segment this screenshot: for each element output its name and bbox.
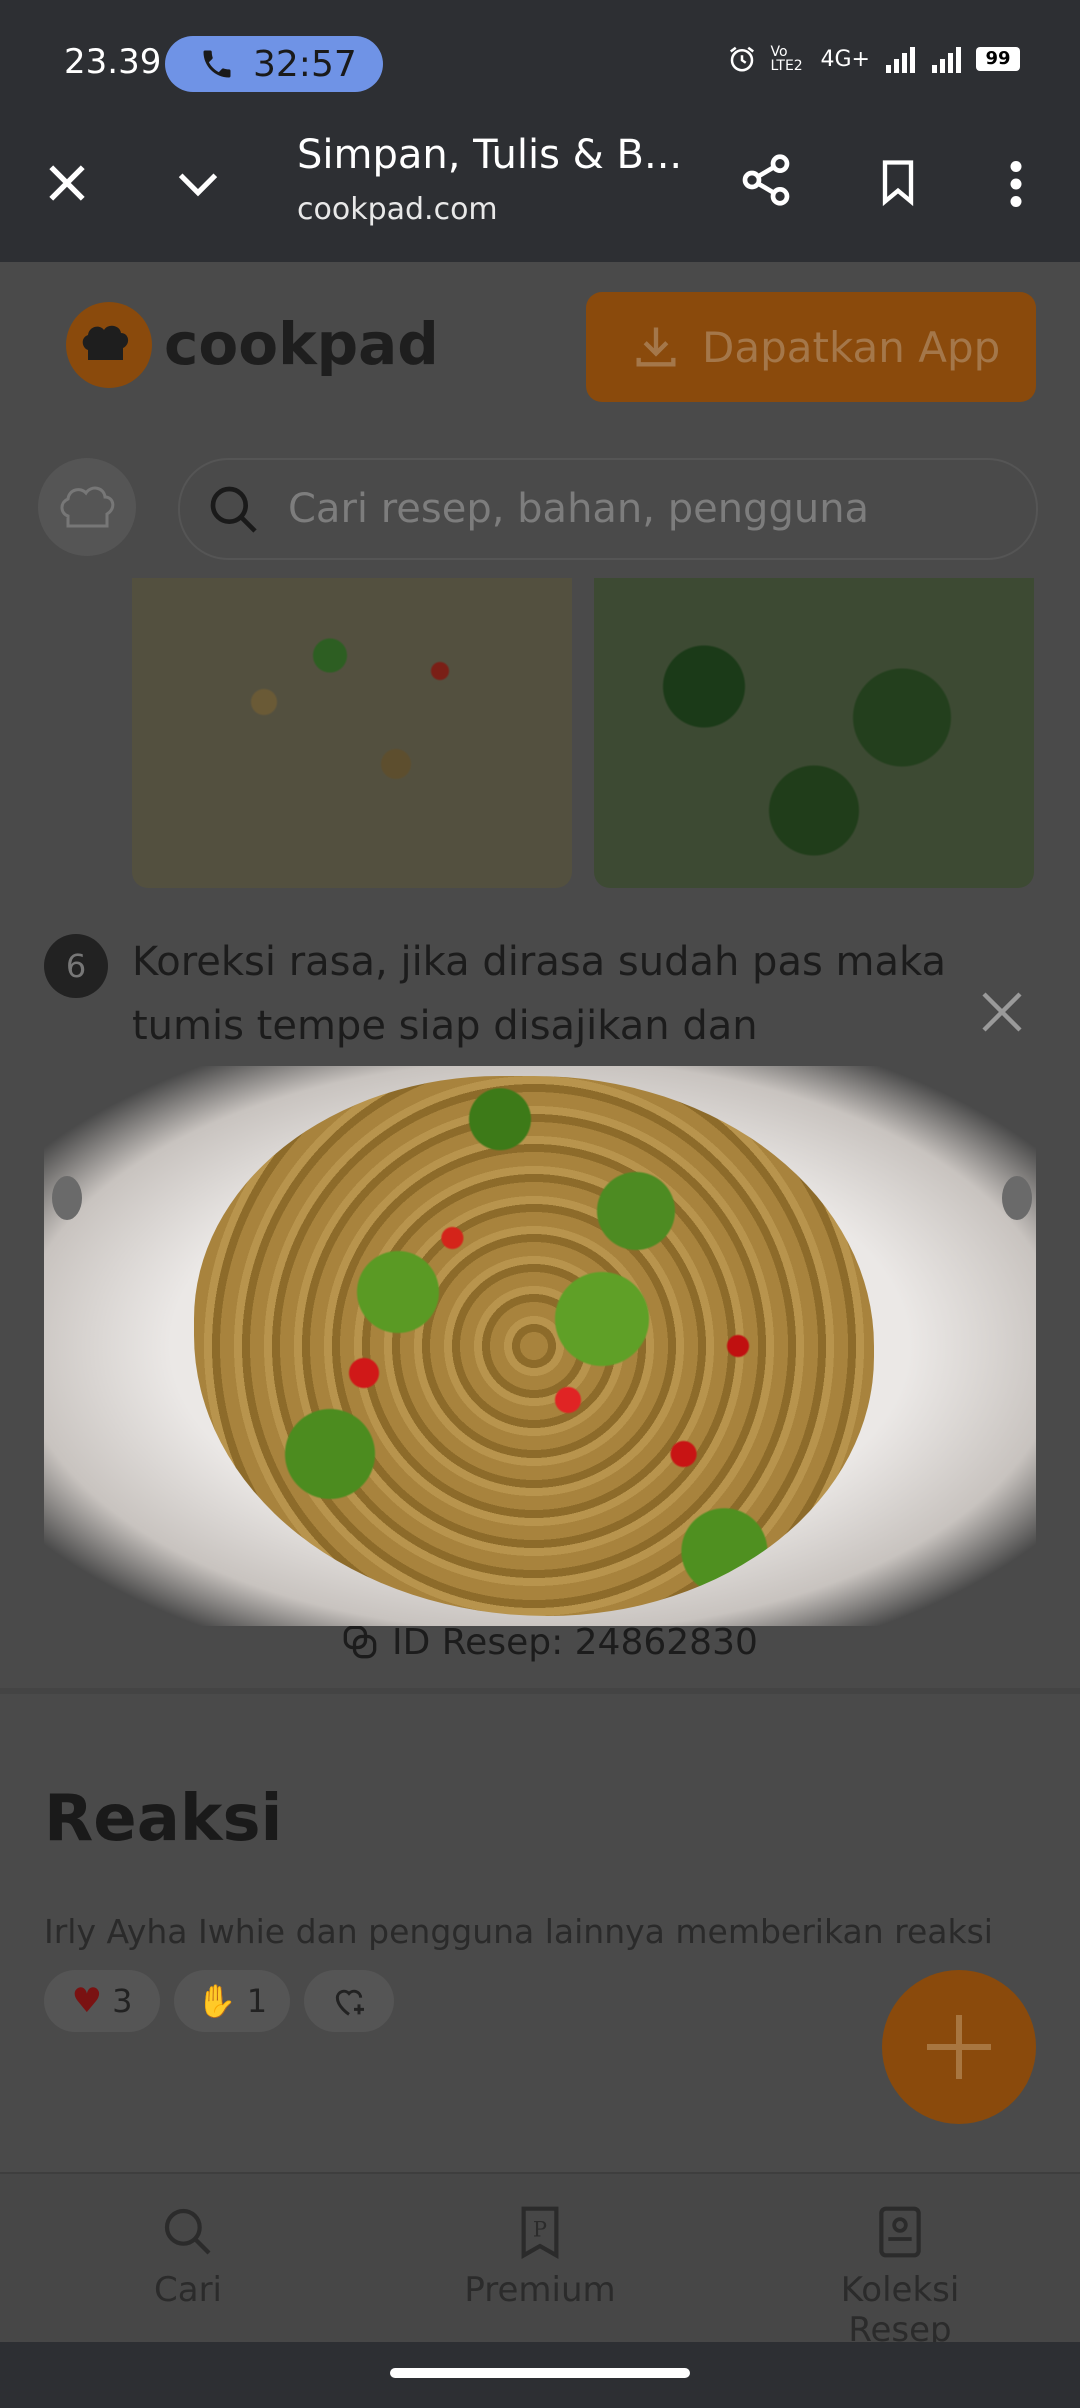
page-url: cookpad.com [297, 192, 498, 227]
heart-count: 3 [112, 1982, 133, 2020]
nav-search-label: Cari [154, 2270, 222, 2310]
ongoing-call-pill[interactable]: 32:57 [165, 36, 383, 92]
pan-rivet [1002, 1176, 1032, 1220]
system-gesture-bar [0, 2342, 1080, 2408]
premium-icon: P [521, 2206, 559, 2259]
search-icon [164, 2208, 211, 2255]
site-header: cookpad Dapatkan App Cari resep, bahan, … [0, 262, 1080, 578]
status-time: 23.39 [64, 42, 162, 82]
add-fab-button[interactable] [882, 1970, 1036, 2124]
download-icon [636, 327, 676, 367]
heart-icon: ♥ [71, 1981, 103, 2021]
chef-hat-icon [60, 486, 115, 528]
volte-indicator: Vo LTE2 [770, 44, 803, 74]
nav-premium[interactable]: P Premium [460, 2204, 620, 2310]
nav-collection-label: Koleksi Resep [840, 2270, 960, 2350]
close-tab-icon[interactable] [40, 156, 94, 210]
get-app-button[interactable]: Dapatkan App [586, 292, 1036, 402]
battery-indicator: 99 [976, 47, 1020, 71]
clap-count: 1 [246, 1982, 268, 2020]
phone-icon [203, 50, 231, 78]
pan-rivet [52, 1176, 82, 1220]
signal-icon-1 [886, 47, 915, 73]
search-placeholder: Cari resep, bahan, pengguna [288, 486, 870, 532]
recipe-id: ID Resep: 24862830 [338, 1620, 758, 1664]
nav-collection[interactable]: Koleksi Resep [790, 2204, 1010, 2350]
food-image [194, 1076, 874, 1616]
user-avatar[interactable] [38, 458, 136, 556]
step-photo-left[interactable] [132, 578, 572, 888]
cookpad-logo-icon[interactable] [66, 302, 152, 388]
bottom-navigation: Cari P Premium Koleksi Resep [0, 2172, 1080, 2350]
status-bar: 23.39 32:57 Vo LTE2 4G+ 99 [0, 0, 1080, 128]
more-options-icon[interactable] [998, 154, 1034, 214]
close-image-viewer-icon[interactable] [978, 988, 1026, 1036]
heart-plus-icon [335, 1989, 364, 2016]
share-icon[interactable] [738, 148, 794, 212]
step-photo-right[interactable] [594, 578, 1034, 888]
nav-premium-label: Premium [464, 2270, 616, 2310]
cookpad-logo-text[interactable]: cookpad [164, 310, 439, 378]
chevron-down-icon[interactable] [170, 158, 226, 210]
browser-toolbar: Simpan, Tulis & B... cookpad.com [0, 128, 1080, 262]
signal-icon-2 [932, 47, 961, 73]
step-number: 6 [44, 934, 108, 998]
reaction-clap-chip[interactable]: ✋ 1 [174, 1970, 290, 2032]
add-reaction-chip[interactable] [304, 1970, 394, 2032]
status-icons: Vo LTE2 4G+ 99 [727, 44, 1020, 74]
home-gesture-handle[interactable] [390, 2368, 690, 2378]
reactions-heading: Reaksi [44, 1782, 283, 1856]
copy-icon[interactable] [338, 1620, 382, 1664]
search-bar[interactable]: Cari resep, bahan, pengguna [178, 458, 1038, 560]
recipe-collection-icon [879, 2206, 921, 2258]
section-divider [0, 1688, 1080, 1694]
network-type: 4G+ [820, 46, 870, 72]
reactions-description[interactable]: Irly Ayha Iwhie dan pengguna lainnya mem… [44, 1912, 993, 1951]
get-app-label: Dapatkan App [702, 322, 1001, 372]
bookmark-icon[interactable] [872, 152, 924, 212]
svg-text:P: P [533, 2218, 547, 2242]
alarm-icon [729, 46, 754, 72]
reaction-heart-chip[interactable]: ♥ 3 [44, 1970, 160, 2032]
nav-search[interactable]: Cari [128, 2204, 248, 2310]
page-title: Simpan, Tulis & B... [297, 132, 683, 178]
enlarged-step-photo[interactable] [44, 1066, 1036, 1626]
recipe-id-label: ID Resep: 24862830 [392, 1621, 758, 1663]
search-icon [210, 486, 257, 533]
call-duration: 32:57 [253, 44, 357, 85]
clap-icon: ✋ [196, 1982, 237, 2020]
